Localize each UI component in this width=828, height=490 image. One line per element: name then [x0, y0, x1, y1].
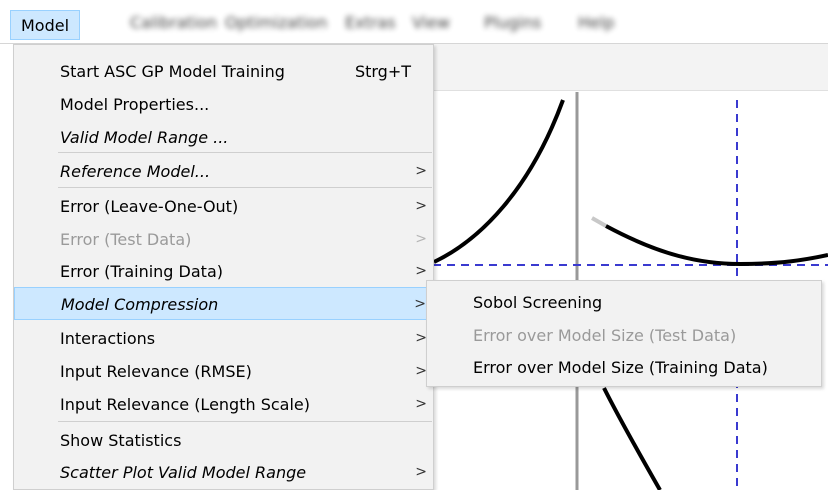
chevron-right-icon: > — [415, 396, 427, 412]
curve-lower — [602, 387, 662, 490]
menu-item-label: Interactions — [60, 329, 156, 348]
chevron-right-icon: > — [415, 198, 427, 214]
menu-view[interactable]: View — [412, 10, 450, 36]
menu-item-label: Scatter Plot Valid Model Range — [60, 463, 307, 482]
submenu-item-label: Error over Model Size (Test Data) — [473, 326, 737, 345]
menu-help[interactable]: Help — [578, 10, 614, 36]
menu-item-input-relevance-length-scale[interactable]: Input Relevance (Length Scale) > — [14, 388, 433, 421]
menu-item-label: Input Relevance (Length Scale) — [60, 395, 310, 414]
shortcut-label: Strg+T — [354, 62, 411, 81]
menu-item-label: Model Compression — [61, 295, 219, 314]
menu-item-input-relevance-rmse[interactable]: Input Relevance (RMSE) > — [14, 355, 433, 388]
submenu-item-error-model-size-training[interactable]: Error over Model Size (Training Data) — [427, 351, 821, 384]
submenu-item-sobol-screening[interactable]: Sobol Screening — [427, 286, 821, 319]
menu-item-label: Reference Model... — [60, 162, 211, 181]
curve-right — [605, 224, 828, 267]
menu-item-label: Show Statistics — [60, 431, 182, 450]
submenu-item-label: Error over Model Size (Training Data) — [473, 358, 768, 377]
menu-item-error-test: Error (Test Data) > — [14, 223, 433, 256]
model-menu: Start ASC GP Model Training Strg+T Model… — [13, 44, 434, 490]
menu-separator — [58, 421, 432, 422]
chevron-right-icon: > — [415, 163, 427, 179]
menu-separator — [58, 152, 432, 153]
menu-item-label: Start ASC GP Model Training — [60, 62, 285, 81]
menu-separator — [58, 187, 432, 188]
menu-item-label: Error (Test Data) — [60, 230, 192, 249]
menu-item-interactions[interactable]: Interactions > — [14, 322, 433, 355]
menu-item-scatter-plot[interactable]: Scatter Plot Valid Model Range > — [14, 456, 433, 489]
menu-model[interactable]: Model — [10, 10, 81, 40]
curve-right-gray — [591, 216, 607, 228]
menu-optimization[interactable]: Optimization — [225, 10, 327, 36]
menubar: Model Calibration Optimization Extras Vi… — [0, 0, 828, 44]
submenu-item-error-model-size-test: Error over Model Size (Test Data) — [427, 319, 821, 352]
menu-item-label: Error (Training Data) — [60, 262, 223, 281]
menu-plugins[interactable]: Plugins — [484, 10, 541, 36]
menu-item-error-training[interactable]: Error (Training Data) > — [14, 255, 433, 288]
menu-item-valid-model-range[interactable]: Valid Model Range ... — [14, 121, 433, 154]
menu-item-error-loo[interactable]: Error (Leave-One-Out) > — [14, 190, 433, 223]
menu-item-start-training[interactable]: Start ASC GP Model Training Strg+T — [14, 55, 433, 88]
menu-item-model-properties[interactable]: Model Properties... — [14, 88, 433, 121]
menu-item-label: Model Properties... — [60, 95, 210, 114]
menu-extras[interactable]: Extras — [345, 10, 396, 36]
menu-item-show-statistics[interactable]: Show Statistics — [14, 424, 433, 457]
submenu-item-label: Sobol Screening — [473, 293, 603, 312]
curve-left-top — [433, 99, 565, 264]
menu-item-label: Valid Model Range ... — [60, 128, 229, 147]
chevron-right-icon: > — [415, 231, 427, 247]
menu-calibration[interactable]: Calibration — [130, 10, 217, 36]
menu-item-label: Error (Leave-One-Out) — [60, 197, 239, 216]
chevron-right-icon: > — [415, 464, 427, 480]
menu-item-reference-model[interactable]: Reference Model... > — [14, 155, 433, 188]
model-compression-submenu: Sobol Screening Error over Model Size (T… — [426, 280, 822, 387]
chevron-right-icon: > — [414, 296, 426, 312]
menu-item-model-compression[interactable]: Model Compression > — [14, 287, 433, 320]
menu-item-label: Input Relevance (RMSE) — [60, 362, 252, 381]
